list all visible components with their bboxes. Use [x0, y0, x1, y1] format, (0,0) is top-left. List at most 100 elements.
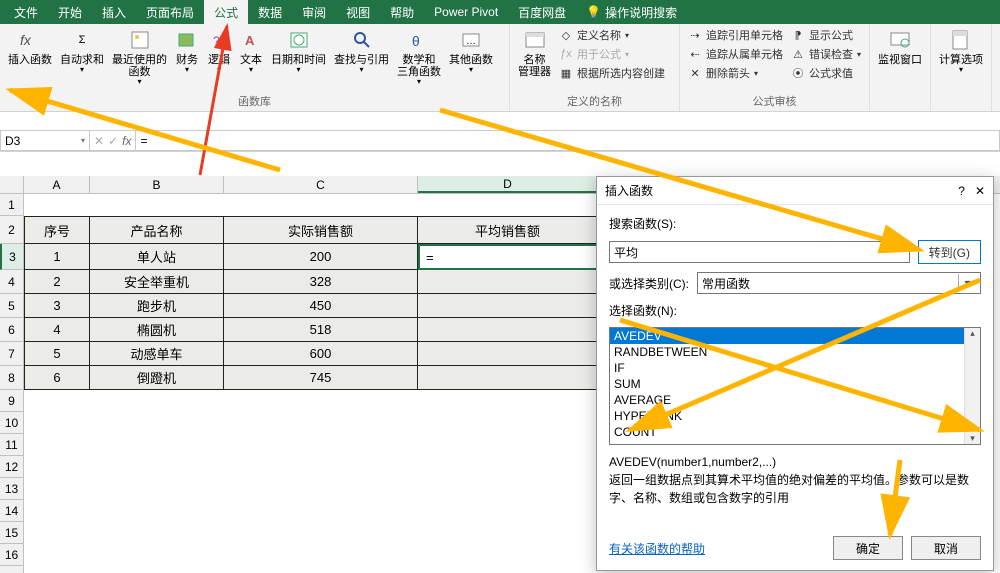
cell-C3[interactable]: 200 — [224, 244, 418, 270]
row-12[interactable]: 12 — [0, 456, 23, 478]
cell-D6[interactable] — [418, 318, 598, 342]
cell-A7[interactable]: 5 — [24, 342, 90, 366]
cell-C5[interactable]: 450 — [224, 294, 418, 318]
cell-D4[interactable] — [418, 270, 598, 294]
th-name[interactable]: 产品名称 — [90, 216, 224, 244]
row-2[interactable]: 2 — [0, 216, 23, 244]
search-input[interactable] — [609, 241, 910, 263]
row-13[interactable]: 13 — [0, 478, 23, 500]
define-name-button[interactable]: ◇定义名称▾ — [557, 26, 667, 44]
col-D[interactable]: D — [418, 176, 598, 193]
row-5[interactable]: 5 — [0, 294, 23, 318]
cancel-button[interactable]: 取消 — [911, 536, 981, 560]
insert-function-button[interactable]: fx 插入函数 — [4, 26, 56, 68]
cell-A5[interactable]: 3 — [24, 294, 90, 318]
watch-window-button[interactable]: 监视窗口 — [874, 26, 926, 68]
row-8[interactable]: 8 — [0, 366, 23, 390]
autosum-button[interactable]: Σ 自动求和▾ — [56, 26, 108, 77]
eval-formula-button[interactable]: ⦿公式求值 — [789, 64, 863, 82]
th-seq[interactable]: 序号 — [24, 216, 90, 244]
tab-insert[interactable]: 插入 — [92, 0, 136, 24]
logical-button[interactable]: ? 逻辑▾ — [203, 26, 235, 77]
function-list[interactable]: AVEDEV RANDBETWEEN IF SUM AVERAGE HYPERL… — [609, 327, 981, 445]
cell-C8[interactable]: 745 — [224, 366, 418, 390]
tab-file[interactable]: 文件 — [4, 0, 48, 24]
calc-options-button[interactable]: 计算选项▾ — [935, 26, 987, 77]
col-C[interactable]: C — [224, 176, 418, 193]
text-button[interactable]: A 文本▾ — [235, 26, 267, 77]
accept-formula-icon[interactable]: ✓ — [108, 134, 118, 148]
th-avg[interactable]: 平均销售额 — [418, 216, 598, 244]
remove-arrows-button[interactable]: ✕删除箭头▾ — [686, 64, 785, 82]
fn-item[interactable]: SUM — [610, 376, 980, 392]
cell-B4[interactable]: 安全举重机 — [90, 270, 224, 294]
cell-B7[interactable]: 动感单车 — [90, 342, 224, 366]
cell-C7[interactable]: 600 — [224, 342, 418, 366]
show-formulas-button[interactable]: ⁋显示公式 — [789, 26, 863, 44]
cell-A3[interactable]: 1 — [24, 244, 90, 270]
tab-view[interactable]: 视图 — [336, 0, 380, 24]
error-check-button[interactable]: ⚠错误检查▾ — [789, 45, 863, 63]
formula-input[interactable]: = — [136, 130, 1000, 151]
th-actual[interactable]: 实际销售额 — [224, 216, 418, 244]
cell-A4[interactable]: 2 — [24, 270, 90, 294]
row-3[interactable]: 3 — [0, 244, 23, 270]
tab-review[interactable]: 审阅 — [292, 0, 336, 24]
go-button[interactable]: 转到(G) — [918, 240, 981, 264]
tab-formulas[interactable]: 公式 — [204, 0, 248, 24]
cell-D8[interactable] — [418, 366, 598, 390]
col-A[interactable]: A — [24, 176, 90, 193]
row-7[interactable]: 7 — [0, 342, 23, 366]
recent-button[interactable]: 最近使用的 函数▾ — [108, 26, 171, 89]
close-icon[interactable]: ✕ — [975, 184, 985, 198]
row-14[interactable]: 14 — [0, 500, 23, 522]
fn-item[interactable]: COUNT — [610, 424, 980, 440]
tab-layout[interactable]: 页面布局 — [136, 0, 204, 24]
col-B[interactable]: B — [90, 176, 224, 193]
fn-item[interactable]: AVERAGE — [610, 392, 980, 408]
fx-icon[interactable]: fx — [122, 134, 131, 148]
select-all-corner[interactable] — [0, 176, 24, 194]
fn-item[interactable]: IF — [610, 360, 980, 376]
cancel-formula-icon[interactable]: ✕ — [94, 134, 104, 148]
help-link[interactable]: 有关该函数的帮助 — [609, 540, 705, 557]
row-11[interactable]: 11 — [0, 434, 23, 456]
cell-B5[interactable]: 跑步机 — [90, 294, 224, 318]
cell-B3[interactable]: 单人站 — [90, 244, 224, 270]
tab-powerpivot[interactable]: Power Pivot — [424, 0, 508, 24]
name-manager-button[interactable]: 名称 管理器 — [514, 26, 555, 80]
help-icon[interactable]: ? — [958, 184, 965, 198]
trace-precedents-button[interactable]: ⇢追踪引用单元格 — [686, 26, 785, 44]
fn-item[interactable]: RANDBETWEEN — [610, 344, 980, 360]
tab-baidu[interactable]: 百度网盘 — [508, 0, 576, 24]
cell-A8[interactable]: 6 — [24, 366, 90, 390]
math-button[interactable]: θ 数学和 三角函数▾ — [393, 26, 445, 89]
ok-button[interactable]: 确定 — [833, 536, 903, 560]
dialog-titlebar[interactable]: 插入函数 ? ✕ — [597, 177, 993, 205]
cell-C6[interactable]: 518 — [224, 318, 418, 342]
cell-D3-selected[interactable]: = — [418, 244, 598, 270]
row-16[interactable]: 16 — [0, 544, 23, 566]
cell-A6[interactable]: 4 — [24, 318, 90, 342]
tell-me-search[interactable]: 💡 操作说明搜索 — [586, 0, 677, 24]
datetime-button[interactable]: 日期和时间▾ — [267, 26, 330, 77]
row-4[interactable]: 4 — [0, 270, 23, 294]
category-select[interactable]: 常用函数 ▾ — [697, 272, 981, 294]
tab-data[interactable]: 数据 — [248, 0, 292, 24]
row-1[interactable]: 1 — [0, 194, 23, 216]
financial-button[interactable]: 财务▾ — [171, 26, 203, 77]
cell-B8[interactable]: 倒蹬机 — [90, 366, 224, 390]
create-from-sel-button[interactable]: ▦根据所选内容创建 — [557, 64, 667, 82]
list-scrollbar[interactable]: ▴▾ — [964, 328, 980, 444]
tab-home[interactable]: 开始 — [48, 0, 92, 24]
row-10[interactable]: 10 — [0, 412, 23, 434]
lookup-button[interactable]: 查找与引用▾ — [330, 26, 393, 77]
trace-dependents-button[interactable]: ⇠追踪从属单元格 — [686, 45, 785, 63]
cell-B6[interactable]: 椭圆机 — [90, 318, 224, 342]
other-fn-button[interactable]: … 其他函数▾ — [445, 26, 497, 77]
row-9[interactable]: 9 — [0, 390, 23, 412]
row-15[interactable]: 15 — [0, 522, 23, 544]
fn-item[interactable]: HYPERLINK — [610, 408, 980, 424]
cell-D5[interactable] — [418, 294, 598, 318]
tab-help[interactable]: 帮助 — [380, 0, 424, 24]
